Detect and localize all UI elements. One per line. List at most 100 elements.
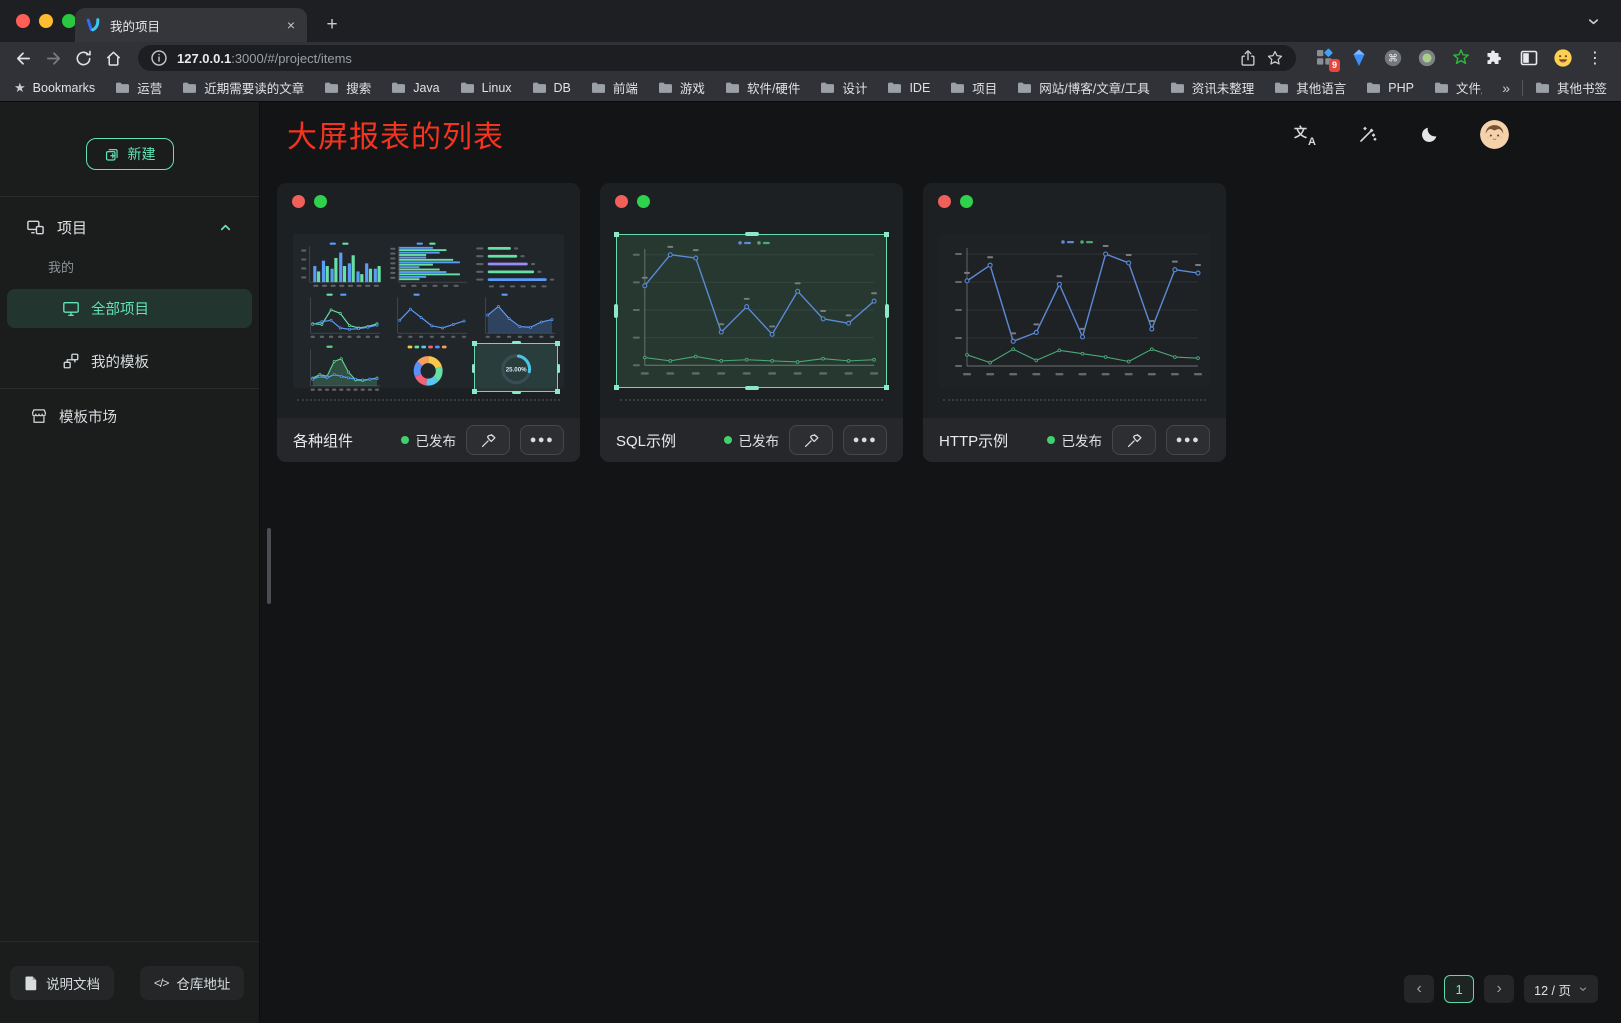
browser-menu-button[interactable]: ⋮ [1583,48,1611,68]
info-icon[interactable] [150,49,168,67]
bookmark-folder[interactable]: 近期需要读的文章 [182,78,304,97]
bookmark-folder[interactable]: 运营 [115,78,162,97]
minimize-window-button[interactable] [39,14,53,28]
bookmark-folder[interactable]: 网站/博客/文章/工具 [1017,78,1149,97]
selection-handle[interactable] [472,341,477,346]
selection-handle[interactable] [614,232,619,237]
bookmark-label: 项目 [972,78,997,97]
other-bookmarks[interactable]: 其他书签 [1535,78,1607,97]
extension-command-icon[interactable]: ⌘ [1382,48,1403,69]
chevron-down-icon [1578,984,1588,994]
selection-handle[interactable] [614,304,618,318]
repo-button[interactable]: </> 仓库地址 [140,966,244,1000]
more-button[interactable]: ●●● [843,425,887,455]
chevron-up-icon[interactable] [218,220,233,235]
more-button[interactable]: ●●● [1166,425,1210,455]
browser-window: 我的项目 × + 127.0.0.1:3000/#/project/items [0,0,1621,1023]
selection-handle[interactable] [745,232,759,236]
bookmark-folder[interactable]: DB [532,81,571,95]
selection-handle[interactable] [472,389,477,394]
sidebar-item-my-templates[interactable]: 我的模板 [0,342,259,380]
bookmarks-root[interactable]: ★ Bookmarks [14,80,95,96]
fullscreen-window-button[interactable] [62,14,76,28]
mini-selected-gauge[interactable]: 25.00% [474,343,558,392]
more-button[interactable]: ●●● [520,425,564,455]
extension-gem-icon[interactable] [1348,48,1369,69]
bookmarks-overflow-chevron[interactable]: » [1502,80,1510,96]
sidebar-item-all-projects[interactable]: 全部项目 [7,289,252,328]
bookmark-folder[interactable]: 其他语言 [1274,78,1346,97]
project-card[interactable]: 25.00% 各种组件 已发布 [277,183,580,462]
selection-handle[interactable] [557,364,560,373]
selection-handle[interactable] [884,385,889,390]
bookmark-folder[interactable]: IDE [887,81,930,95]
folder-icon [1170,81,1185,94]
url-text: 127.0.0.1:3000/#/project/items [177,51,1230,66]
edit-button[interactable] [466,425,510,455]
extensions-puzzle-button[interactable] [1484,48,1505,69]
bookmark-folder[interactable]: 文件服务器 [1434,78,1482,97]
selection-handle[interactable] [472,364,475,373]
address-bar[interactable]: 127.0.0.1:3000/#/project/items [138,45,1296,71]
home-button[interactable] [100,45,126,71]
forward-button[interactable] [40,45,66,71]
profile-avatar-button[interactable] [1552,48,1573,69]
extension-grid-icon[interactable]: 9 [1314,48,1335,69]
page-size-select[interactable]: 12 / 页 [1524,975,1598,1003]
new-project-button[interactable]: 新建 [86,138,174,170]
bookmark-folder[interactable]: 游戏 [658,78,705,97]
extension-star-icon[interactable] [1450,48,1471,69]
selection-handle[interactable] [614,385,619,390]
next-page-button[interactable]: › [1484,975,1514,1003]
bookmark-folder[interactable]: PHP [1366,81,1414,95]
edit-button[interactable] [789,425,833,455]
selection-handle[interactable] [745,386,759,390]
tab-search-chevron-icon[interactable] [1586,14,1601,29]
current-page-button[interactable]: 1 [1444,975,1474,1003]
user-avatar[interactable] [1480,120,1509,149]
edit-button[interactable] [1112,425,1156,455]
bookmark-folder[interactable]: 前端 [591,78,638,97]
selection-handle[interactable] [555,341,560,346]
bookmark-folder[interactable]: Java [391,81,439,95]
sidebar-group-project[interactable]: 项目 [0,209,259,245]
prev-page-button[interactable]: ‹ [1404,975,1434,1003]
theme-wand-button[interactable] [1356,124,1378,146]
docs-button[interactable]: 说明文档 [10,966,114,1000]
bookmark-folder[interactable]: Linux [460,81,512,95]
bookmark-folder[interactable]: 项目 [950,78,997,97]
extension-dot-icon[interactable] [1416,48,1437,69]
card-thumbnail[interactable] [939,234,1210,388]
reload-button[interactable] [70,45,96,71]
project-card[interactable]: SQL示例 已发布 ●●● [600,183,903,462]
close-window-button[interactable] [16,14,30,28]
selection-handle[interactable] [512,391,521,394]
sidebar-item-template-market[interactable]: 模板市场 [0,399,259,433]
document-icon [24,975,38,991]
selection-handle[interactable] [512,341,521,344]
bookmark-folder[interactable]: 设计 [820,78,867,97]
sidebar-item-label: 全部项目 [91,298,149,319]
tab-close-icon[interactable]: × [285,18,297,32]
selection-handle[interactable] [555,389,560,394]
puzzle-icon [1485,48,1505,68]
browser-tab[interactable]: 我的项目 × [75,8,307,42]
new-tab-button[interactable]: + [318,11,346,39]
sidebar-footer: 说明文档 </> 仓库地址 [0,941,259,1023]
selection-handle[interactable] [884,232,889,237]
card-thumbnail[interactable]: 25.00% [293,234,564,388]
side-panel-button[interactable] [1518,48,1539,69]
bookmark-folder[interactable]: 搜索 [324,78,371,97]
bookmark-star-icon[interactable] [1266,49,1284,67]
project-card[interactable]: HTTP示例 已发布 ●●● [923,183,1226,462]
folder-icon [725,81,740,94]
selection-handle[interactable] [885,304,889,318]
back-button[interactable] [10,45,36,71]
share-icon[interactable] [1239,49,1257,67]
card-thumbnail[interactable] [616,234,887,388]
language-button[interactable]: 文 A [1294,124,1316,146]
bookmark-folder[interactable]: 软件/硬件 [725,78,800,97]
bookmark-folder[interactable]: 资讯未整理 [1170,78,1255,97]
dark-mode-button[interactable] [1418,124,1440,146]
reload-icon [74,49,93,68]
